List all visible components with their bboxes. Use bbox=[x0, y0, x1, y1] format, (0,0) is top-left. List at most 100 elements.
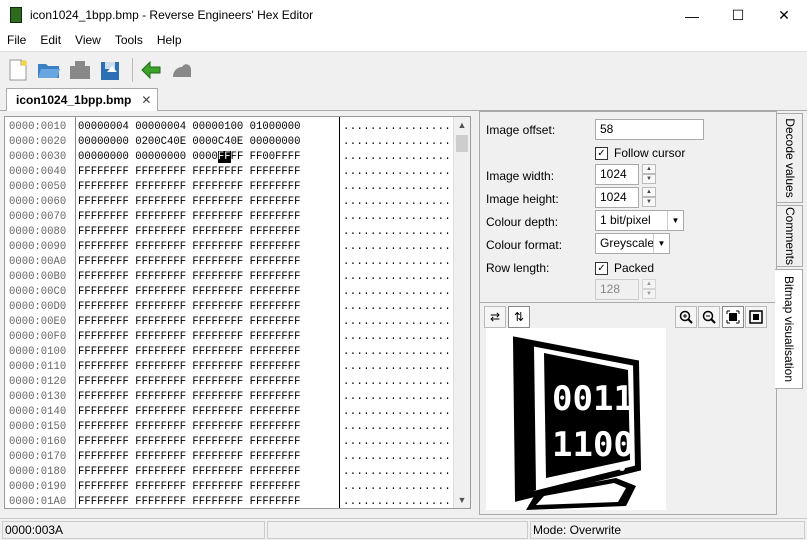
image-height-stepper[interactable]: ▲ ▼ bbox=[642, 187, 656, 208]
zoom-in-icon[interactable] bbox=[675, 306, 697, 328]
hex-ascii[interactable]: ................ bbox=[343, 405, 451, 420]
hex-bytes[interactable]: FFFFFFFF FFFFFFFF FFFFFFFF FFFFFFFF bbox=[78, 420, 301, 435]
hex-ascii[interactable]: ................ bbox=[343, 450, 451, 465]
hex-bytes[interactable]: FFFFFFFF FFFFFFFF FFFFFFFF FFFFFFFF bbox=[78, 225, 301, 240]
new-file-icon[interactable] bbox=[4, 56, 32, 84]
hex-ascii[interactable]: ................ bbox=[343, 480, 451, 495]
tab-comments[interactable]: Comments bbox=[777, 205, 803, 267]
hex-ascii[interactable]: ................ bbox=[343, 420, 451, 435]
hex-ascii[interactable]: ................ bbox=[343, 465, 451, 480]
hex-ascii[interactable]: ................ bbox=[343, 300, 451, 315]
status-offset: 0000:003A bbox=[2, 521, 265, 539]
hex-offset: 0000:0130 bbox=[9, 391, 67, 403]
hex-offset: 0000:0180 bbox=[9, 466, 67, 478]
menu-view[interactable]: View bbox=[68, 31, 108, 51]
close-button[interactable]: ✕ bbox=[761, 0, 807, 31]
colour-depth-select[interactable]: 1 bit/pixel ▼ bbox=[595, 210, 684, 231]
menu-help[interactable]: Help bbox=[150, 31, 189, 51]
hex-ascii[interactable]: ................ bbox=[343, 285, 451, 300]
actual-size-icon[interactable] bbox=[722, 306, 744, 328]
hex-ascii[interactable]: ................ bbox=[343, 495, 451, 508]
hex-view[interactable]: ▲ ▼ 0000:0010 00000004 00000004 00000100 … bbox=[4, 116, 471, 509]
hex-bytes[interactable]: FFFFFFFF FFFFFFFF FFFFFFFF FFFFFFFF bbox=[78, 405, 301, 420]
hex-bytes[interactable]: FFFFFFFF FFFFFFFF FFFFFFFF FFFFFFFF bbox=[78, 255, 301, 270]
hex-ascii[interactable]: ................ bbox=[343, 180, 451, 195]
hex-ascii[interactable]: ................ bbox=[343, 165, 451, 180]
hex-bytes[interactable]: FFFFFFFF FFFFFFFF FFFFFFFF FFFFFFFF bbox=[78, 480, 301, 495]
hex-bytes[interactable]: FFFFFFFF FFFFFFFF FFFFFFFF FFFFFFFF bbox=[78, 465, 301, 480]
hex-bytes[interactable]: FFFFFFFF FFFFFFFF FFFFFFFF FFFFFFFF bbox=[78, 435, 301, 450]
hex-bytes[interactable]: FFFFFFFF FFFFFFFF FFFFFFFF FFFFFFFF bbox=[78, 330, 301, 345]
hex-ascii[interactable]: ................ bbox=[343, 225, 451, 240]
row-length-stepper: ▲ ▼ bbox=[642, 279, 656, 300]
hex-ascii[interactable]: ................ bbox=[343, 150, 451, 165]
hex-bytes[interactable]: FFFFFFFF FFFFFFFF FFFFFFFF FFFFFFFF bbox=[78, 165, 301, 180]
hex-bytes[interactable]: FFFFFFFF FFFFFFFF FFFFFFFF FFFFFFFF bbox=[78, 240, 301, 255]
hex-vertical-scrollbar[interactable]: ▲ ▼ bbox=[453, 117, 470, 508]
hex-ascii[interactable]: ................ bbox=[343, 330, 451, 345]
tab-decode-values[interactable]: Decode values bbox=[777, 113, 803, 203]
hex-ascii[interactable]: ................ bbox=[343, 375, 451, 390]
hex-ascii[interactable]: ................ bbox=[343, 195, 451, 210]
hex-offset: 0000:01A0 bbox=[9, 496, 67, 508]
hex-ascii[interactable]: ................ bbox=[343, 240, 451, 255]
hex-cursor-byte[interactable]: FF bbox=[217, 151, 231, 163]
zoom-out-icon[interactable] bbox=[698, 306, 720, 328]
forward-icon[interactable] bbox=[168, 56, 196, 84]
bitmap-preview[interactable]: 0011 1100 bbox=[486, 328, 666, 510]
image-offset-field[interactable]: 58 bbox=[595, 119, 704, 140]
packed-checkbox[interactable]: ✓ Packed bbox=[595, 261, 654, 275]
swap-horizontal-icon[interactable]: ⇄ bbox=[484, 306, 506, 328]
hex-bytes[interactable]: FFFFFFFF FFFFFFFF FFFFFFFF FFFFFFFF bbox=[78, 210, 301, 225]
save-as-icon[interactable] bbox=[97, 56, 125, 84]
hex-bytes[interactable]: FFFFFFFF FFFFFFFF FFFFFFFF FFFFFFFF bbox=[78, 180, 301, 195]
hex-ascii[interactable]: ................ bbox=[343, 120, 451, 135]
hex-ascii[interactable]: ................ bbox=[343, 270, 451, 285]
hex-ascii[interactable]: ................ bbox=[343, 435, 451, 450]
hex-bytes[interactable]: FFFFFFFF FFFFFFFF FFFFFFFF FFFFFFFF bbox=[78, 345, 301, 360]
hex-ascii[interactable]: ................ bbox=[343, 255, 451, 270]
menu-edit[interactable]: Edit bbox=[33, 31, 68, 51]
scroll-thumb[interactable] bbox=[456, 135, 468, 152]
colour-format-select[interactable]: Greyscale ▼ bbox=[595, 233, 670, 254]
menu-tools[interactable]: Tools bbox=[108, 31, 150, 51]
hex-ascii[interactable]: ................ bbox=[343, 135, 451, 150]
minimize-button[interactable]: — bbox=[669, 0, 715, 31]
fit-to-window-icon[interactable] bbox=[745, 306, 767, 328]
monitor-bitmap-image: 0011 1100 bbox=[512, 336, 642, 510]
image-width-field[interactable]: 1024 bbox=[595, 164, 639, 185]
hex-bytes[interactable]: 00000004 00000004 00000100 01000000 bbox=[78, 120, 301, 135]
hex-bytes[interactable]: FFFFFFFF FFFFFFFF FFFFFFFF FFFFFFFF bbox=[78, 315, 301, 330]
hex-bytes[interactable]: FFFFFFFF FFFFFFFF FFFFFFFF FFFFFFFF bbox=[78, 360, 301, 375]
hex-ascii[interactable]: ................ bbox=[343, 210, 451, 225]
hex-bytes[interactable]: FFFFFFFF FFFFFFFF FFFFFFFF FFFFFFFF bbox=[78, 285, 301, 300]
hex-bytes[interactable]: FFFFFFFF FFFFFFFF FFFFFFFF FFFFFFFF bbox=[78, 495, 301, 508]
hex-bytes[interactable]: FFFFFFFF FFFFFFFF FFFFFFFF FFFFFFFF bbox=[78, 375, 301, 390]
image-height-field[interactable]: 1024 bbox=[595, 187, 639, 208]
hex-bytes[interactable]: FFFFFFFF FFFFFFFF FFFFFFFF FFFFFFFF bbox=[78, 300, 301, 315]
hex-ascii[interactable]: ................ bbox=[343, 315, 451, 330]
follow-cursor-checkbox[interactable]: ✓ Follow cursor bbox=[595, 146, 685, 160]
tab-close-button[interactable]: ✕ bbox=[141, 93, 151, 107]
hex-bytes[interactable]: FFFFFFFF FFFFFFFF FFFFFFFF FFFFFFFF bbox=[78, 450, 301, 465]
tab-icon1024[interactable]: icon1024_1bpp.bmp ✕ bbox=[6, 88, 159, 111]
hex-ascii[interactable]: ................ bbox=[343, 390, 451, 405]
scroll-down-icon[interactable]: ▼ bbox=[454, 492, 470, 508]
maximize-button[interactable]: ☐ bbox=[715, 0, 761, 31]
save-icon[interactable] bbox=[66, 56, 94, 84]
hex-ascii[interactable]: ................ bbox=[343, 360, 451, 375]
image-width-stepper[interactable]: ▲ ▼ bbox=[642, 164, 656, 185]
hex-offset: 0000:00B0 bbox=[9, 271, 67, 283]
tab-bitmap-visualisation[interactable]: Bitmap visualisation bbox=[775, 269, 803, 389]
scroll-up-icon[interactable]: ▲ bbox=[454, 117, 470, 133]
hex-ascii[interactable]: ................ bbox=[343, 345, 451, 360]
hex-bytes[interactable]: 00000000 0200C40E 0000C40E 00000000 bbox=[78, 135, 301, 150]
back-arrow-icon[interactable] bbox=[137, 56, 165, 84]
hex-bytes[interactable]: FFFFFFFF FFFFFFFF FFFFFFFF FFFFFFFF bbox=[78, 195, 301, 210]
hex-bytes[interactable]: 00000000 00000000 0000FFFF FF00FFFF bbox=[78, 150, 301, 165]
open-folder-icon[interactable] bbox=[35, 56, 63, 84]
hex-bytes[interactable]: FFFFFFFF FFFFFFFF FFFFFFFF FFFFFFFF bbox=[78, 270, 301, 285]
swap-vertical-icon[interactable]: ⇅ bbox=[508, 306, 530, 328]
menu-file[interactable]: File bbox=[0, 31, 33, 51]
hex-bytes[interactable]: FFFFFFFF FFFFFFFF FFFFFFFF FFFFFFFF bbox=[78, 390, 301, 405]
